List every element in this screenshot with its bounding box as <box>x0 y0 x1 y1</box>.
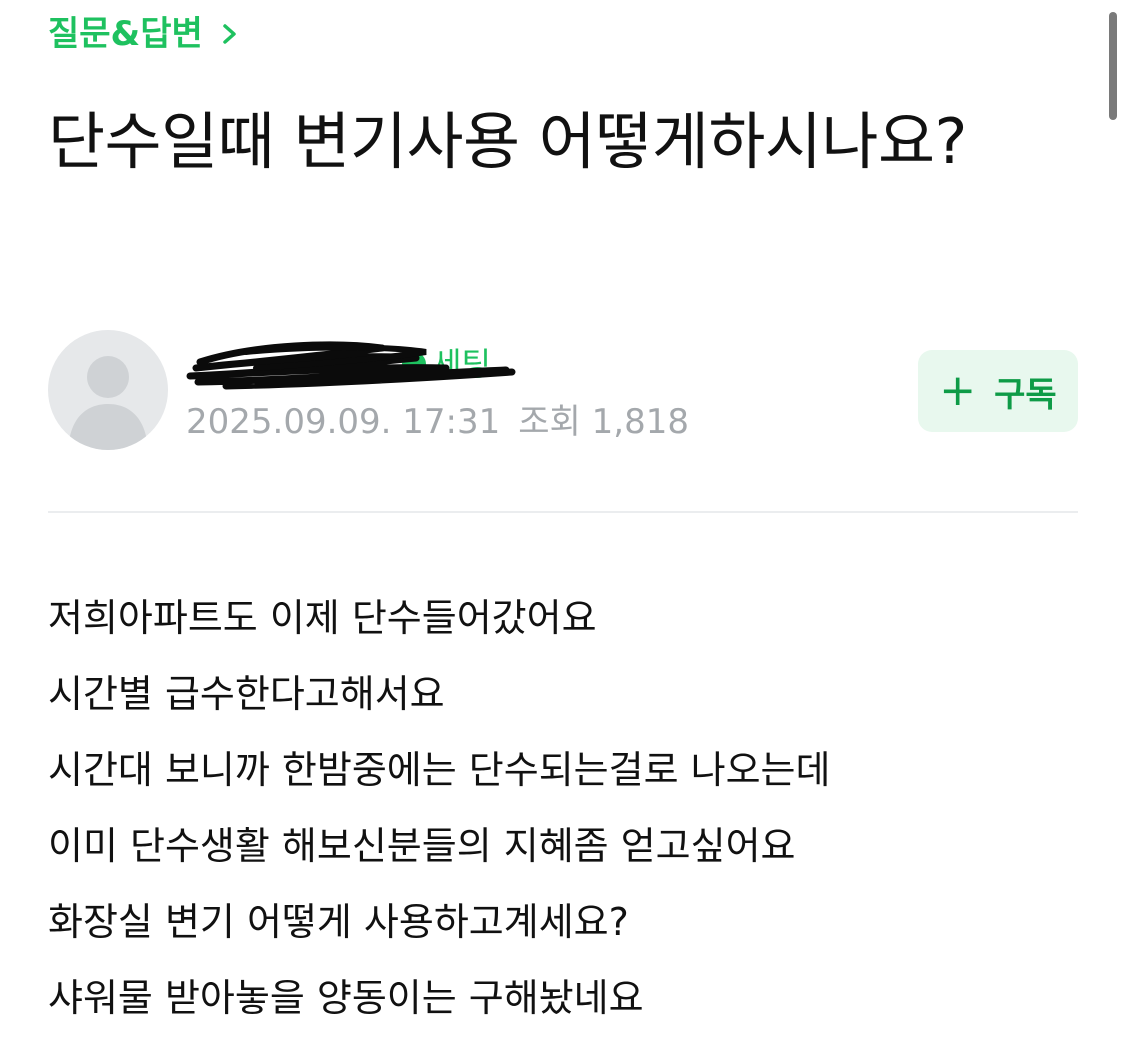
divider <box>48 511 1078 513</box>
post-body-line: 시간대 보니까 한밤중에는 단수되는걸로 나오는데 <box>48 748 831 792</box>
subscribe-label: 구독 <box>994 374 1057 415</box>
post-views: 조회 1,818 <box>518 402 689 442</box>
redaction-scribble <box>186 341 516 390</box>
avatar[interactable] <box>48 330 168 450</box>
breadcrumb-label: 질문&답변 <box>48 14 203 54</box>
post-body: 저희아파트도 이제 단수들어갔어요 시간별 급수한다고해서요 시간대 보니까 한… <box>48 580 1088 1036</box>
post-body-line: 저희아파트도 이제 단수들어갔어요 <box>48 596 597 640</box>
subscribe-button[interactable]: + 구독 <box>918 350 1078 432</box>
post-title: 단수일때 변기사용 어떻게하시나요? <box>48 105 967 178</box>
chevron-right-icon <box>223 24 236 44</box>
author-row: 세팅 2025.09.09. 17:31 조회 1,818 + 구독 <box>48 330 1078 452</box>
user-silhouette-icon <box>68 356 148 450</box>
plus-icon: + <box>939 365 977 416</box>
scrollbar[interactable] <box>1109 12 1117 120</box>
post-body-line: 이미 단수생활 해보신분들의 지혜좀 얻고싶어요 <box>48 824 796 868</box>
post-date: 2025.09.09. 17:31 <box>186 402 501 442</box>
post-meta: 2025.09.09. 17:31 조회 1,818 <box>186 400 689 444</box>
post-body-line: 시간별 급수한다고해서요 <box>48 672 445 716</box>
breadcrumb[interactable]: 질문&답변 <box>48 12 241 56</box>
post-body-line: 화장실 변기 어떻게 사용하고계세요? <box>48 900 629 944</box>
post-body-line: 샤워물 받아놓을 양동이는 구해놨네요 <box>48 976 644 1020</box>
author-nickname[interactable]: 세팅 <box>186 338 516 390</box>
